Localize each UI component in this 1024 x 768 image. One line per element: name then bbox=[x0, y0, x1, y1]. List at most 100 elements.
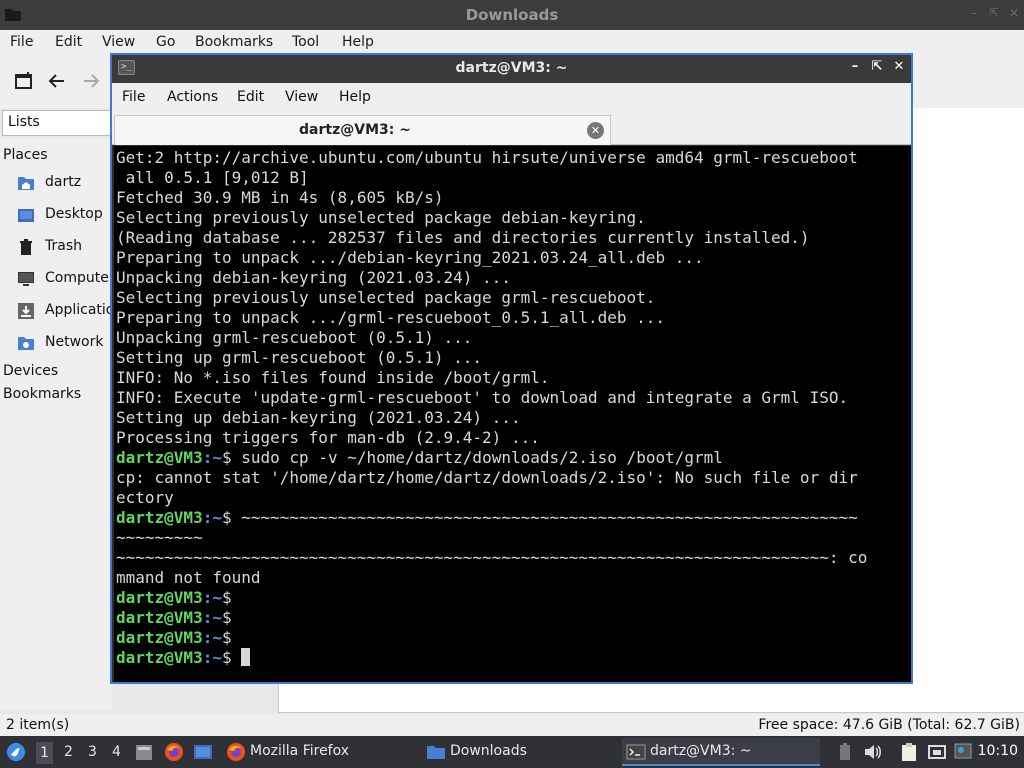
minimize-icon[interactable]: – bbox=[968, 6, 980, 20]
task-downloads[interactable]: Downloads bbox=[426, 738, 616, 766]
applications-icon bbox=[18, 303, 34, 319]
menu-view[interactable]: View bbox=[102, 34, 135, 50]
places-sidebar: Places dartz Desktop Trash Computer Appl… bbox=[0, 138, 112, 710]
item-count: 2 item(s) bbox=[6, 717, 70, 733]
file-list-view-bottom[interactable] bbox=[278, 683, 1024, 713]
prompt-user: dartz@VM3 bbox=[116, 648, 203, 667]
battery-icon[interactable] bbox=[835, 742, 855, 762]
terminal-output-line: cp: cannot stat '/home/dartz/home/dartz/… bbox=[116, 468, 858, 487]
prompt-path: :~ bbox=[202, 448, 222, 467]
sidebar-view-combo[interactable]: Lists bbox=[2, 110, 114, 136]
menu-help[interactable]: Help bbox=[339, 89, 371, 105]
terminal-menubar: File Actions Edit View Help bbox=[112, 83, 911, 113]
tab-terminal[interactable]: dartz@VM3: ~ ✕ bbox=[114, 115, 611, 145]
volume-icon[interactable] bbox=[862, 742, 882, 762]
menu-file[interactable]: File bbox=[10, 34, 33, 50]
menu-tool[interactable]: Tool bbox=[292, 34, 319, 50]
terminal-window[interactable]: >_ dartz@VM3: ~ – ⇱ ✕ File Actions Edit … bbox=[110, 53, 913, 684]
network-folder-icon bbox=[18, 337, 34, 350]
clipboard-icon[interactable] bbox=[899, 742, 919, 762]
menu-go[interactable]: Go bbox=[156, 34, 175, 50]
terminal-output-line: Preparing to unpack .../debian-keyring_2… bbox=[116, 248, 704, 267]
menu-bookmarks[interactable]: Bookmarks bbox=[195, 34, 273, 50]
sidebar-item-desktop[interactable]: Desktop bbox=[0, 202, 112, 230]
task-terminal[interactable]: dartz@VM3: ~ bbox=[622, 738, 820, 766]
update-notifier-icon[interactable] bbox=[953, 742, 973, 762]
menu-edit[interactable]: Edit bbox=[55, 34, 82, 50]
tab-label: dartz@VM3: ~ bbox=[299, 122, 411, 138]
workspace-1[interactable]: 1 bbox=[36, 742, 53, 764]
sidebar-item-network[interactable]: Network bbox=[0, 330, 112, 358]
terminal-output-line: INFO: No *.iso files found inside /boot/… bbox=[116, 368, 550, 387]
menu-view[interactable]: View bbox=[285, 89, 318, 105]
workspace-3[interactable]: 3 bbox=[88, 744, 97, 760]
terminal-command-line: dartz@VM3:~$ bbox=[116, 628, 232, 647]
menu-actions[interactable]: Actions bbox=[167, 89, 218, 105]
workspace-2[interactable]: 2 bbox=[64, 744, 73, 760]
maximize-icon[interactable]: ⇱ bbox=[988, 6, 1000, 20]
terminal-icon bbox=[626, 744, 646, 760]
network-icon[interactable] bbox=[927, 742, 947, 762]
file-manager-titlebar[interactable]: Downloads – ⇱ ✕ bbox=[0, 0, 1024, 30]
prompt-symbol: $ bbox=[221, 448, 232, 467]
task-firefox[interactable]: Mozilla Firefox bbox=[226, 738, 416, 766]
terminal-command-line: dartz@VM3:~$ bbox=[116, 588, 232, 607]
command-text bbox=[232, 648, 242, 667]
prompt-path: :~ bbox=[202, 628, 222, 647]
terminal-title: dartz@VM3: ~ bbox=[455, 60, 568, 76]
close-icon[interactable]: ✕ bbox=[1008, 6, 1020, 20]
sidebar-item-label: Applications bbox=[45, 302, 112, 318]
terminal-output-line: ~~~~~~~~~ bbox=[116, 528, 203, 547]
prompt-symbol: $ bbox=[221, 608, 232, 627]
maximize-icon[interactable]: ⇱ bbox=[871, 59, 883, 74]
terminal-titlebar[interactable]: >_ dartz@VM3: ~ – ⇱ ✕ bbox=[112, 55, 911, 83]
menu-file[interactable]: File bbox=[122, 89, 145, 105]
free-space: Free space: 47.6 GiB (Total: 62.7 GiB) bbox=[758, 717, 1020, 733]
terminal-cursor bbox=[241, 648, 251, 666]
terminal-output-line: INFO: Execute 'update-grml-rescueboot' t… bbox=[116, 388, 849, 407]
file-list-view[interactable] bbox=[912, 108, 1024, 688]
forward-arrow-icon[interactable] bbox=[80, 70, 102, 92]
firefox-launcher-icon[interactable] bbox=[164, 742, 184, 762]
terminal-output-line: Setting up debian-keyring (2021.03.24) .… bbox=[116, 408, 521, 427]
prompt-path: :~ bbox=[202, 648, 222, 667]
prompt-symbol: $ bbox=[221, 628, 232, 647]
back-arrow-icon[interactable] bbox=[46, 70, 68, 92]
status-bar: 2 item(s) Free space: 47.6 GiB (Total: 6… bbox=[0, 714, 1024, 736]
sidebar-item-label: dartz bbox=[45, 174, 82, 190]
sidebar-item-dartz[interactable]: dartz bbox=[0, 170, 112, 198]
terminal-output-line: ~~~~~~~~~~~~~~~~~~~~~~~~~~~~~~~~~~~~~~~~… bbox=[116, 548, 868, 567]
terminal-output-line: Unpacking debian-keyring (2021.03.24) ..… bbox=[116, 268, 511, 287]
devices-heading: Devices bbox=[3, 363, 59, 379]
terminal-tabbar: dartz@VM3: ~ ✕ bbox=[112, 113, 911, 145]
start-menu-icon[interactable] bbox=[6, 742, 26, 762]
terminal-output-line: Unpacking grml-rescueboot (0.5.1) ... bbox=[116, 328, 473, 347]
minimize-icon[interactable]: – bbox=[849, 59, 861, 74]
desktop-folder-icon bbox=[18, 209, 34, 222]
close-icon[interactable]: ✕ bbox=[893, 59, 905, 74]
menu-edit[interactable]: Edit bbox=[237, 89, 264, 105]
task-label: Mozilla Firefox bbox=[250, 743, 350, 759]
menu-help[interactable]: Help bbox=[342, 34, 374, 50]
sidebar-item-applications[interactable]: Applications bbox=[0, 298, 112, 326]
workspace-4[interactable]: 4 bbox=[112, 744, 121, 760]
terminal-output-line: Fetched 30.9 MB in 4s (8,605 kB/s) bbox=[116, 188, 444, 207]
prompt-user: dartz@VM3 bbox=[116, 628, 203, 647]
desktop-launcher-icon[interactable] bbox=[193, 742, 213, 762]
task-label: dartz@VM3: ~ bbox=[650, 743, 752, 759]
close-tab-icon[interactable]: ✕ bbox=[587, 122, 604, 139]
file-manager-launcher-icon[interactable] bbox=[134, 742, 154, 762]
terminal-output-line: ectory bbox=[116, 488, 174, 507]
terminal-output-line: Selecting previously unselected package … bbox=[116, 288, 656, 307]
sidebar-item-computer[interactable]: Computer bbox=[0, 266, 112, 294]
prompt-path: :~ bbox=[202, 588, 222, 607]
sidebar-item-trash[interactable]: Trash bbox=[0, 234, 112, 262]
new-tab-icon[interactable] bbox=[13, 70, 35, 92]
prompt-user: dartz@VM3 bbox=[116, 588, 203, 607]
prompt-symbol: $ bbox=[221, 588, 232, 607]
terminal-output[interactable]: Get:2 http://archive.ubuntu.com/ubuntu h… bbox=[114, 146, 911, 682]
home-folder-icon bbox=[18, 177, 34, 190]
terminal-output-line: all 0.5.1 [9,012 B] bbox=[116, 168, 309, 187]
bookmarks-heading: Bookmarks bbox=[3, 386, 82, 402]
places-heading: Places bbox=[3, 147, 48, 163]
